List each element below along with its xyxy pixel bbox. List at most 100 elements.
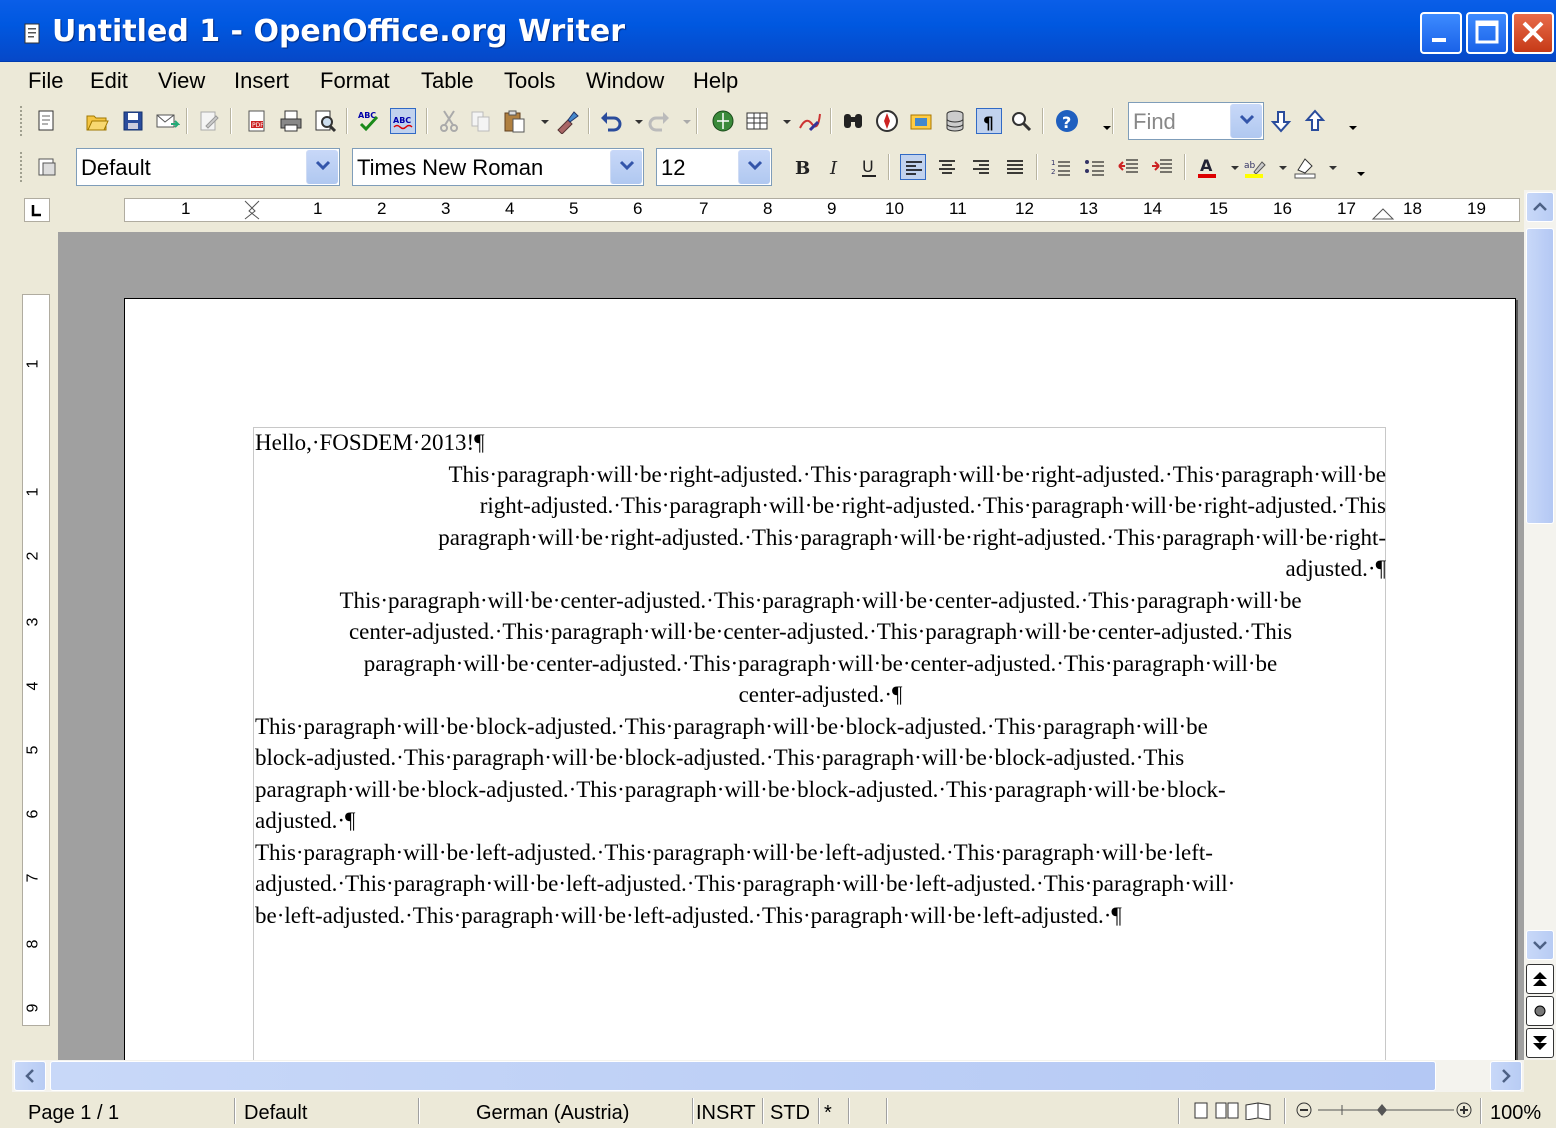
previous-page-button[interactable] (1526, 964, 1554, 994)
find-field[interactable]: Find (1128, 102, 1264, 140)
redo-icon[interactable] (646, 108, 672, 134)
find-replace-icon[interactable] (840, 108, 866, 134)
vertical-scroll-thumb[interactable] (1526, 228, 1554, 524)
menu-file[interactable]: File (28, 68, 63, 94)
table-icon[interactable] (744, 108, 770, 134)
highlighting-icon[interactable]: ab (1242, 154, 1268, 180)
zoom-level[interactable]: 100% (1490, 1102, 1541, 1125)
zoom-in-icon[interactable] (1454, 1100, 1474, 1126)
paste-dropdown-icon[interactable] (532, 108, 549, 134)
new-document-icon[interactable] (34, 108, 60, 134)
export-pdf-icon[interactable]: PDF (244, 108, 270, 134)
styles-formatting-icon[interactable] (34, 154, 60, 180)
zoom-icon[interactable] (1008, 108, 1034, 134)
insert-mode[interactable]: INSRT (696, 1102, 756, 1125)
vertical-ruler-scale[interactable]: 1 1 2 3 4 5 6 7 8 9 (22, 294, 50, 1026)
font-color-dropdown-icon[interactable] (1222, 154, 1239, 180)
center-paragraph[interactable]: This·paragraph·will·be·center-adjusted.·… (255, 585, 1386, 711)
maximize-button[interactable] (1466, 12, 1508, 54)
save-icon[interactable] (120, 108, 146, 134)
find-overflow-icon[interactable] (1340, 108, 1357, 134)
font-name-select[interactable]: Times New Roman (352, 148, 644, 186)
copy-icon[interactable] (468, 108, 494, 134)
numbering-icon[interactable]: 12 (1048, 154, 1074, 180)
language-indicator[interactable]: German (Austria) (476, 1102, 629, 1125)
align-left-icon[interactable] (900, 154, 926, 180)
navigator-icon[interactable] (874, 108, 900, 134)
clone-formatting-icon[interactable] (554, 108, 580, 135)
chevron-down-icon[interactable] (306, 150, 338, 184)
horizontal-scrollbar[interactable] (12, 1060, 1524, 1092)
vertical-scrollbar[interactable] (1524, 190, 1556, 1060)
draw-functions-icon[interactable] (796, 108, 822, 134)
page-style[interactable]: Default (244, 1102, 307, 1125)
single-page-view-icon[interactable] (1192, 1100, 1210, 1126)
menu-table[interactable]: Table (421, 68, 474, 94)
app-icon[interactable] (22, 22, 44, 46)
autospellcheck-icon[interactable]: ABC (390, 108, 416, 134)
open-folder-icon[interactable] (84, 108, 110, 134)
align-center-icon[interactable] (934, 154, 960, 180)
heading-line[interactable]: Hello,·FOSDEM·2013!¶ (255, 427, 1386, 458)
next-page-button[interactable] (1526, 1028, 1554, 1058)
chevron-down-icon[interactable] (610, 150, 642, 184)
email-icon[interactable] (154, 108, 181, 134)
ruler-scale[interactable]: 1 1 2 3 4 5 6 7 8 9 10 11 12 13 14 15 16… (124, 198, 1520, 222)
menu-window[interactable]: Window (586, 68, 664, 94)
zoom-slider[interactable] (1316, 1100, 1456, 1126)
font-size-select[interactable]: 12 (656, 148, 772, 186)
document-workspace[interactable]: Hello,·FOSDEM·2013!¶ This·paragraph·will… (58, 232, 1524, 1060)
background-color-dropdown-icon[interactable] (1320, 154, 1337, 180)
data-sources-icon[interactable] (942, 108, 968, 134)
horizontal-ruler[interactable]: 1 1 2 3 4 5 6 7 8 9 10 11 12 13 14 15 16… (12, 190, 1526, 230)
table-dropdown-icon[interactable] (774, 108, 791, 134)
toolbar-grip[interactable] (20, 106, 24, 136)
minimize-button[interactable] (1420, 12, 1462, 54)
toolbar-grip[interactable] (20, 152, 24, 182)
align-right-icon[interactable] (968, 154, 994, 180)
horizontal-scroll-thumb[interactable] (50, 1061, 1436, 1091)
font-color-icon[interactable]: A (1194, 154, 1220, 180)
chevron-down-icon[interactable] (738, 150, 770, 184)
background-color-icon[interactable] (1292, 154, 1318, 180)
toolbar-overflow-icon[interactable] (1094, 108, 1111, 134)
italic-icon[interactable]: I (822, 154, 848, 180)
decrease-indent-icon[interactable] (1116, 154, 1142, 180)
paragraph-style-select[interactable]: Default (76, 148, 340, 186)
cut-icon[interactable] (436, 108, 462, 134)
left-paragraph[interactable]: This·paragraph·will·be·left-adjusted.·Th… (255, 837, 1386, 931)
spellcheck-icon[interactable]: ABC (356, 108, 382, 134)
menu-view[interactable]: View (158, 68, 205, 94)
paste-icon[interactable] (502, 108, 528, 134)
menu-help[interactable]: Help (693, 68, 738, 94)
scroll-left-button[interactable] (14, 1061, 46, 1091)
vertical-ruler[interactable]: 1 1 2 3 4 5 6 7 8 9 (22, 232, 52, 1032)
bold-icon[interactable]: B (788, 154, 814, 180)
block-paragraph[interactable]: This·paragraph·will·be·block-adjusted.·T… (255, 711, 1386, 837)
scroll-up-button[interactable] (1526, 192, 1554, 222)
scroll-right-button[interactable] (1490, 1061, 1522, 1091)
multi-page-view-icon[interactable] (1214, 1100, 1240, 1126)
title-bar[interactable]: Untitled 1 - OpenOffice.org Writer (0, 0, 1556, 62)
format-overflow-icon[interactable] (1348, 154, 1365, 180)
hyperlink-icon[interactable] (710, 108, 736, 134)
undo-dropdown-icon[interactable] (626, 108, 643, 134)
selection-mode[interactable]: STD (770, 1102, 810, 1125)
gallery-icon[interactable] (908, 108, 934, 134)
document-modified[interactable]: * (824, 1102, 832, 1125)
zoom-out-icon[interactable] (1294, 1100, 1314, 1126)
increase-indent-icon[interactable] (1150, 154, 1176, 180)
bullets-icon[interactable] (1082, 154, 1108, 180)
formatting-marks-icon[interactable]: ¶ (976, 108, 1002, 134)
find-next-icon[interactable] (1268, 108, 1294, 134)
help-icon[interactable]: ? (1054, 108, 1080, 134)
highlighting-dropdown-icon[interactable] (1270, 154, 1287, 180)
menu-format[interactable]: Format (320, 68, 390, 94)
find-previous-icon[interactable] (1302, 108, 1328, 134)
print-icon[interactable] (278, 108, 304, 134)
navigation-button[interactable] (1526, 996, 1554, 1026)
book-view-icon[interactable] (1244, 1100, 1272, 1126)
menu-tools[interactable]: Tools (504, 68, 555, 94)
document-page[interactable]: Hello,·FOSDEM·2013!¶ This·paragraph·will… (124, 298, 1516, 1060)
chevron-down-icon[interactable] (1230, 104, 1262, 138)
